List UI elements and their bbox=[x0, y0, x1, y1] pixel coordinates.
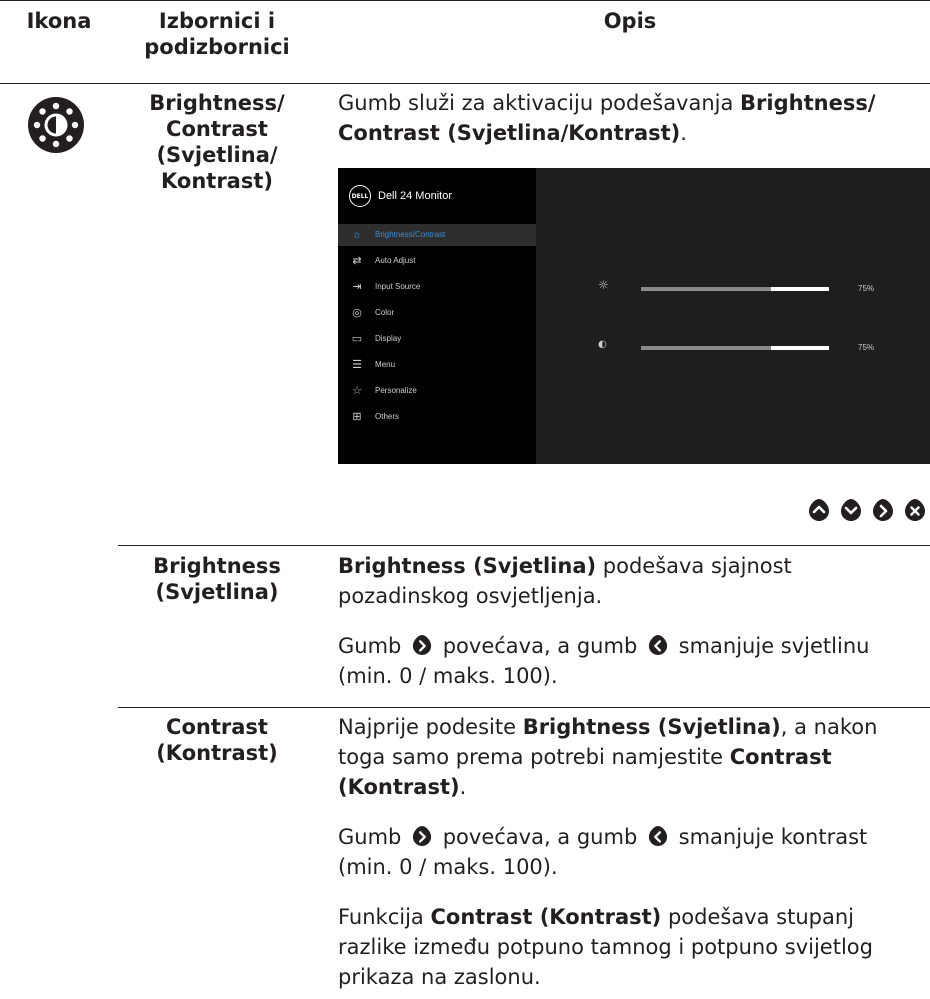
right-button-icon bbox=[412, 826, 432, 846]
osd-item-color[interactable]: ◎ Color bbox=[338, 302, 536, 324]
osd-screenshot: DELL Dell 24 Monitor ☼ Brightness/Contra… bbox=[338, 168, 930, 464]
brightness-adjust-text: Gumb povećava, a gumb smanjuje svjetlinu… bbox=[338, 634, 870, 688]
contrast-icon: ◐ bbox=[598, 339, 607, 350]
menu-icon: ☰ bbox=[352, 359, 362, 371]
display-icon: ▭ bbox=[351, 333, 363, 345]
contrast-value: 75% bbox=[858, 343, 875, 352]
dell-logo: DELL bbox=[349, 185, 371, 207]
brightness-slider-fill bbox=[770, 287, 829, 291]
others-icon: ⊞ bbox=[352, 411, 362, 423]
osd-title: Dell 24 Monitor bbox=[378, 190, 452, 202]
osd-item-auto-adjust[interactable]: ⇄ Auto Adjust bbox=[338, 250, 536, 272]
close-button-icon bbox=[905, 499, 925, 521]
top-rule bbox=[0, 0, 930, 1]
contrast-slider[interactable] bbox=[641, 346, 829, 350]
right-button-icon bbox=[412, 635, 432, 655]
brightness-contrast-description: Gumb služi za aktivaciju podešavanja Bri… bbox=[338, 91, 876, 145]
menu-name-brightness: Brightness (Svjetlina) bbox=[153, 554, 281, 604]
osd-item-menu[interactable]: ☰ Menu bbox=[338, 354, 536, 376]
osd-content-panel: ☼ 75% ◐ 75% bbox=[536, 168, 930, 464]
right-button-icon bbox=[873, 499, 893, 521]
osd-item-brightness-contrast[interactable]: ☼ Brightness/Contrast bbox=[338, 224, 536, 246]
input-source-icon: ⇥ bbox=[352, 281, 362, 293]
header-icon: Ikona bbox=[26, 9, 92, 33]
up-button-icon bbox=[809, 499, 829, 521]
auto-adjust-icon: ⇄ bbox=[352, 255, 362, 267]
header-rule bbox=[0, 83, 930, 84]
brightness-description: Brightness (Svjetlina) podešava sjajnost… bbox=[338, 554, 792, 608]
down-button-icon bbox=[841, 499, 861, 521]
contrast-adjust-text: Gumb povećava, a gumb smanjuje kontrast … bbox=[338, 825, 868, 879]
left-button-icon bbox=[648, 635, 668, 655]
osd-item-others[interactable]: ⊞ Others bbox=[338, 406, 536, 428]
brightness-icon: ☼ bbox=[598, 278, 609, 292]
brightness-contrast-icon bbox=[28, 97, 84, 153]
color-icon: ◎ bbox=[352, 307, 362, 319]
contrast-function-text: Funkcija Contrast (Kontrast) podešava st… bbox=[338, 905, 873, 989]
contrast-slider-fill bbox=[770, 346, 829, 350]
osd-item-display[interactable]: ▭ Display bbox=[338, 328, 536, 350]
brightness-icon: ☼ bbox=[351, 229, 363, 241]
personalize-icon: ☆ bbox=[352, 385, 362, 397]
brightness-value: 75% bbox=[858, 284, 875, 293]
header-menus: Izbornici i podizbornici bbox=[144, 9, 290, 59]
osd-item-personalize[interactable]: ☆ Personalize bbox=[338, 380, 536, 402]
menu-name-contrast: Contrast (Kontrast) bbox=[156, 715, 278, 765]
osd-item-input-source[interactable]: ⇥ Input Source bbox=[338, 276, 536, 298]
left-button-icon bbox=[648, 826, 668, 846]
osd-menu-panel: DELL Dell 24 Monitor ☼ Brightness/Contra… bbox=[338, 168, 536, 464]
brightness-slider[interactable] bbox=[641, 287, 829, 291]
contrast-description: Najprije podesite Brightness (Svjetlina)… bbox=[338, 715, 878, 799]
menu-name-brightness-contrast: Brightness/ Contrast (Svjetlina/ Kontras… bbox=[149, 91, 285, 193]
brightness-row-rule bbox=[118, 545, 930, 546]
header-description: Opis bbox=[603, 9, 657, 33]
contrast-row-rule bbox=[118, 707, 930, 708]
